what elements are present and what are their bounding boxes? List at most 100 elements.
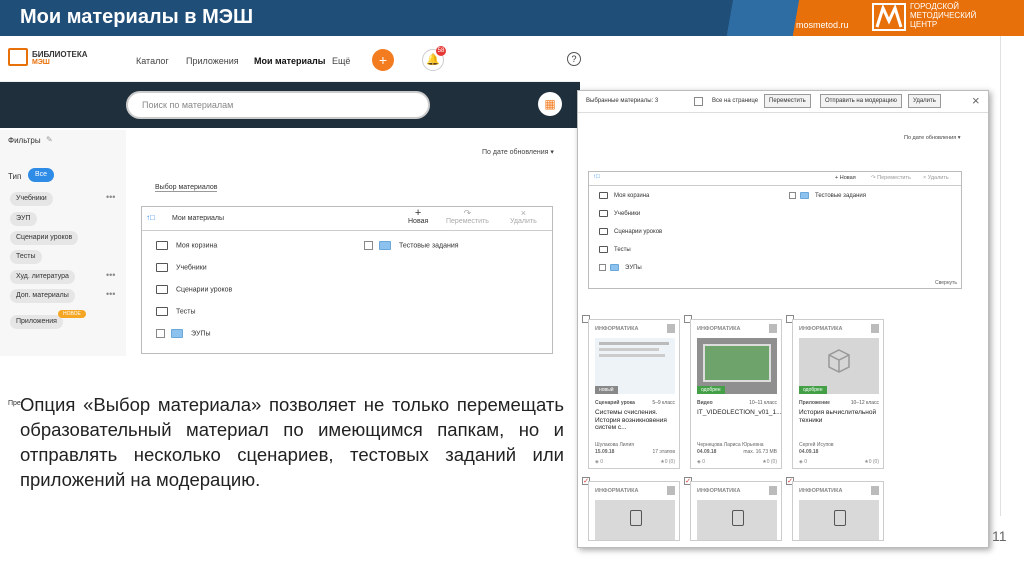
delete-button[interactable]: × Удалить xyxy=(510,208,537,225)
sort-dropdown[interactable]: По дате обновления ▾ xyxy=(482,148,554,156)
card-footer: ◈ 0 ★0 (0) xyxy=(595,459,675,465)
folder-item[interactable]: ЭУПы xyxy=(599,264,642,271)
folder-picker: ↑□ Мои материалы + Новая ↷ Переместить × Уд… xyxy=(141,206,553,354)
folder-item[interactable]: Учебники xyxy=(156,263,207,272)
card-title: История вычислительной техники xyxy=(799,409,877,424)
card-footer: ◈ 0 ★0 (0) xyxy=(799,459,879,465)
card-author: Шулакова Лилия xyxy=(595,442,634,448)
org-name: ГОРОДСКОЙ МЕТОДИЧЕСКИЙ ЦЕНТР xyxy=(910,2,977,29)
folder-icon xyxy=(379,241,391,250)
clear-filter-icon[interactable]: ✎ xyxy=(46,135,53,144)
more-icon[interactable]: ••• xyxy=(106,289,115,299)
chip-apps[interactable]: Приложения xyxy=(10,315,63,329)
card-date-value: 04.09.18 xyxy=(799,449,819,455)
card-type: Сценарий урока xyxy=(595,400,635,406)
folder-item[interactable]: ЭУПы xyxy=(156,329,211,338)
nav-catalog[interactable]: Каталог xyxy=(136,56,169,66)
bookmark-icon[interactable] xyxy=(769,324,777,333)
bookmark-icon[interactable] xyxy=(667,486,675,495)
folder-icon xyxy=(610,264,619,271)
card-date: 15.09.18 17 этапов xyxy=(595,449,675,455)
folder-item[interactable]: Тесты xyxy=(599,246,631,253)
bookmark-icon[interactable] xyxy=(769,486,777,495)
new-folder-button[interactable]: + Новая xyxy=(408,208,428,226)
checkbox[interactable] xyxy=(599,264,606,271)
material-card[interactable]: ИНФОРМАТИКА xyxy=(690,481,782,541)
collapse-link[interactable]: Свернуть xyxy=(935,280,957,286)
material-card[interactable]: ИНФОРМАТИКА одобрен Приложение 10–12 клас… xyxy=(792,319,884,469)
card-subject: ИНФОРМАТИКА xyxy=(595,488,639,494)
card-thumbnail: одобрен xyxy=(799,338,879,394)
search-input[interactable]: Поиск по материалам xyxy=(126,91,430,119)
folder-icon xyxy=(599,246,608,253)
folder-up-icon[interactable]: ↑□ xyxy=(593,174,600,180)
card-footer: ◈ 0 ★0 (0) xyxy=(697,459,777,465)
page-number: 11 xyxy=(992,528,1007,544)
folder-item[interactable]: Учебники xyxy=(599,210,640,217)
folder-item[interactable]: Сценарии уроков xyxy=(599,228,662,235)
chip-extra[interactable]: Доп. материалы xyxy=(10,289,75,303)
send-to-moderation-button[interactable]: Отправить на модерацию xyxy=(820,94,902,108)
move-button[interactable]: Переместить xyxy=(764,94,811,108)
checkbox[interactable] xyxy=(789,192,796,199)
nav-apps[interactable]: Приложения xyxy=(186,56,239,66)
checkbox[interactable] xyxy=(156,329,165,338)
material-card[interactable]: ИНФОРМАТИКА одобрен Видео 10–11 класс IT_… xyxy=(690,319,782,469)
chip-textbooks[interactable]: Учебники xyxy=(10,192,53,206)
chip-lessons[interactable]: Сценарии уроков xyxy=(10,231,79,245)
material-card[interactable]: ИНФОРМАТИКА новый Сценарий урока 5–9 клас… xyxy=(588,319,680,469)
pick-materials-link[interactable]: Выбор материалов xyxy=(155,184,218,192)
material-card[interactable]: ИНФОРМАТИКА xyxy=(792,481,884,541)
gmc-logo-icon xyxy=(872,3,906,31)
delete-button[interactable]: × Удалить xyxy=(923,175,949,181)
site-url: mosmetod.ru xyxy=(796,20,849,30)
new-folder-button[interactable]: + Новая xyxy=(835,175,856,181)
folder-name: ЭУПы xyxy=(191,330,211,338)
delete-button[interactable]: Удалить xyxy=(908,94,941,108)
folder-name: Моя корзина xyxy=(176,242,218,250)
folder-item[interactable]: Моя корзина xyxy=(156,241,217,250)
card-tag: одобрен xyxy=(799,386,827,394)
chip-tests[interactable]: Тесты xyxy=(10,250,42,264)
chip-eup[interactable]: ЭУП xyxy=(10,212,37,226)
card-count: max. 16.73 MB xyxy=(743,449,777,455)
folder-name: Тестовые задания xyxy=(399,242,459,250)
help-icon[interactable]: ? xyxy=(567,52,581,66)
folder-name: Тесты xyxy=(614,247,631,254)
folder-item[interactable]: Тестовые задания xyxy=(789,192,866,199)
chip-all[interactable]: Все xyxy=(28,168,54,182)
card-thumbnail xyxy=(697,500,777,540)
folder-item[interactable]: Тестовые задания xyxy=(364,241,459,250)
card-count: 17 этапов xyxy=(652,449,675,455)
checkbox[interactable] xyxy=(364,241,373,250)
move-button[interactable]: ↷ Переместить xyxy=(871,175,911,181)
nav-more[interactable]: Ещё xyxy=(332,56,350,66)
sort-dropdown[interactable]: По дате обновления ▾ xyxy=(904,135,960,141)
folder-up-icon[interactable]: ↑□ xyxy=(146,213,155,222)
clipboard-icon xyxy=(630,510,642,526)
more-icon[interactable]: ••• xyxy=(106,270,115,280)
folder-item[interactable]: Моя корзина xyxy=(599,192,649,199)
folder-item[interactable]: Тесты xyxy=(156,307,196,316)
library-logo-icon[interactable] xyxy=(8,48,28,66)
more-icon[interactable]: ••• xyxy=(106,192,115,202)
folder-name: Учебники xyxy=(614,211,641,218)
nav-my-materials[interactable]: Мои материалы xyxy=(254,56,325,66)
folder-name: Сценарии уроков xyxy=(614,229,663,236)
chip-fiction[interactable]: Худ. литература xyxy=(10,270,75,284)
close-icon[interactable]: × xyxy=(972,93,980,108)
select-all-checkbox[interactable] xyxy=(694,97,703,106)
folder-name: Моя корзина xyxy=(614,193,650,200)
selection-toolbar: Выбранные материалы: 3 Все на странице П… xyxy=(578,91,988,113)
video-frame xyxy=(703,344,771,382)
grid-view-icon[interactable]: ▦ xyxy=(538,92,562,116)
move-button[interactable]: ↷ Переместить xyxy=(446,208,489,225)
add-icon[interactable]: + xyxy=(372,49,394,71)
folder-toolbar: ↑□ + Новая ↷ Переместить × Удалить xyxy=(589,172,961,186)
material-card[interactable]: ИНФОРМАТИКА xyxy=(588,481,680,541)
bookmark-icon[interactable] xyxy=(667,324,675,333)
clipboard-icon xyxy=(732,510,744,526)
bookmark-icon[interactable] xyxy=(871,486,879,495)
folder-item[interactable]: Сценарии уроков xyxy=(156,285,232,294)
bookmark-icon[interactable] xyxy=(871,324,879,333)
